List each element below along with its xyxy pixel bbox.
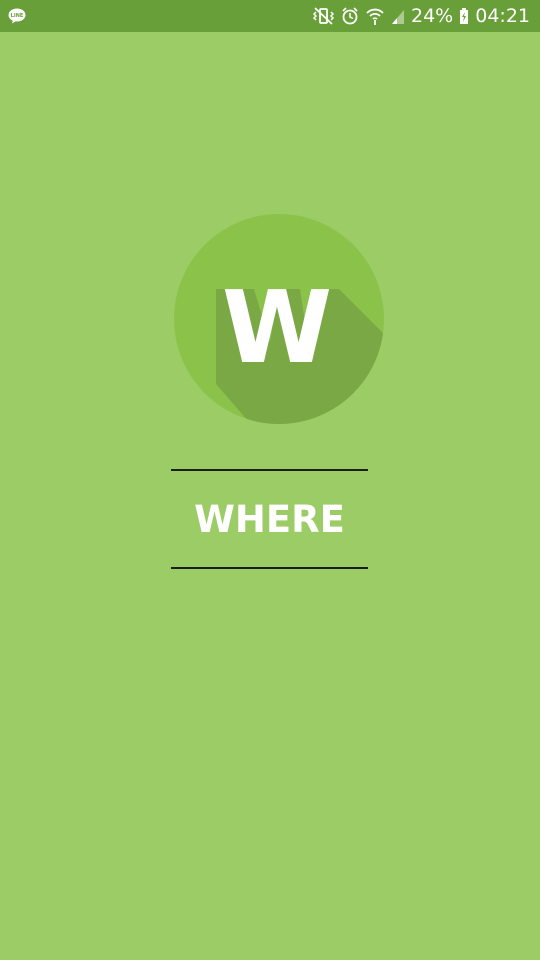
battery-charging-icon xyxy=(460,8,469,24)
alarm-icon xyxy=(342,7,358,25)
line-app-icon: LINE xyxy=(8,8,26,24)
status-bar-notifications: LINE xyxy=(8,6,26,26)
splash-screen: W WHERE xyxy=(0,32,540,960)
clock: 04:21 xyxy=(475,5,530,27)
status-bar-indicators: 24% 04:21 xyxy=(311,0,530,32)
divider-bottom xyxy=(171,567,368,569)
svg-text:LINE: LINE xyxy=(11,13,24,19)
divider-top xyxy=(171,469,368,471)
status-bar: LINE 24% 04:21 xyxy=(0,0,540,32)
wifi-icon xyxy=(366,8,384,25)
vibrate-icon xyxy=(312,7,335,25)
app-name: WHERE xyxy=(194,498,345,541)
battery-percent: 24% xyxy=(411,5,454,27)
app-logo: W xyxy=(174,214,384,424)
logo-letter: W xyxy=(222,269,332,386)
signal-icon xyxy=(392,10,404,24)
